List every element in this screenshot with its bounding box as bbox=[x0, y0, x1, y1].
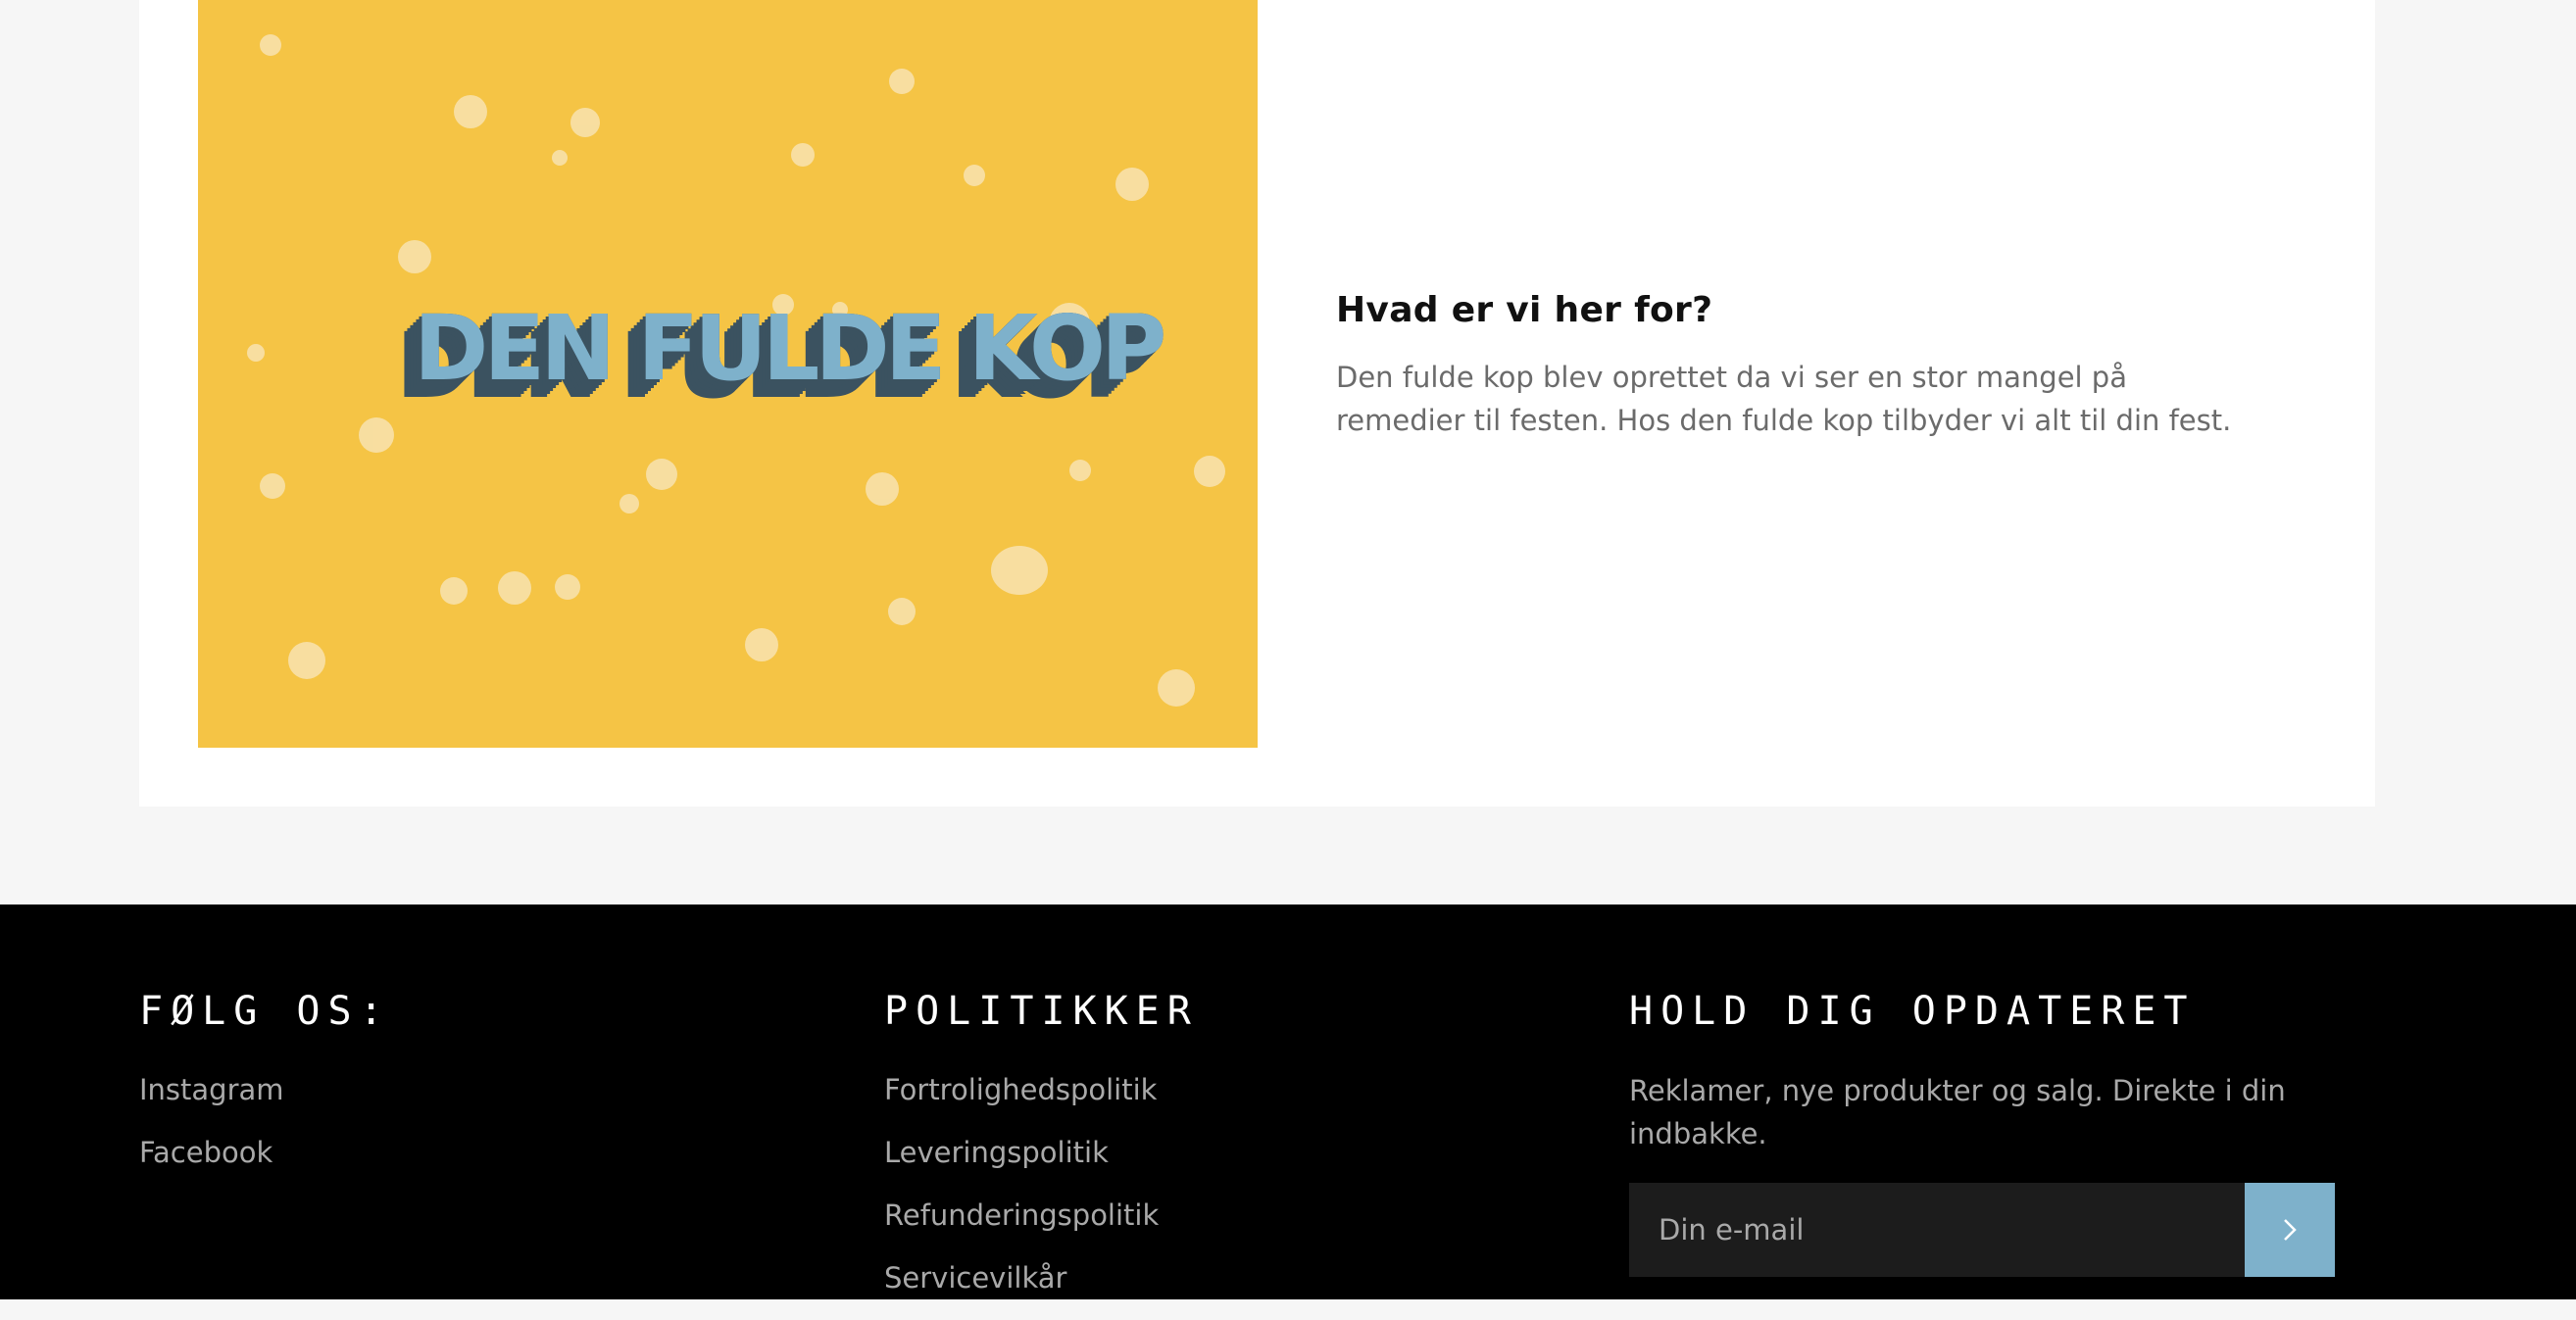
about-card: DEN FULDE KOP DEN FULDE KOP Hvad er vi h… bbox=[139, 0, 2375, 807]
footer-link-privacy-policy[interactable]: Fortrolighedspolitik bbox=[884, 1073, 1157, 1106]
newsletter-signup-form bbox=[1629, 1183, 2335, 1277]
footer-newsletter-title: HOLD DIG OPDATERET bbox=[1629, 989, 2196, 1034]
newsletter-email-input[interactable] bbox=[1629, 1183, 2245, 1277]
intro-body: Den fulde kop blev oprettet da vi ser en… bbox=[1336, 361, 2232, 437]
logo-text: DEN FULDE KOP bbox=[414, 296, 1166, 401]
intro-heading: Hvad er vi her for? bbox=[1336, 290, 1713, 330]
footer-follow-title: FØLG OS: bbox=[139, 989, 391, 1034]
site-footer: FØLG OS: Instagram Facebook POLITIKKER F… bbox=[0, 904, 2576, 1299]
intro-text-block: Hvad er vi her for? Den fulde kop blev o… bbox=[1336, 290, 2257, 442]
footer-link-instagram[interactable]: Instagram bbox=[139, 1073, 284, 1106]
footer-newsletter-column: HOLD DIG OPDATERET Reklamer, nye produkt… bbox=[1629, 989, 2335, 1277]
brand-banner-image: DEN FULDE KOP DEN FULDE KOP bbox=[198, 0, 1258, 748]
footer-newsletter-text: Reklamer, nye produkter og salg. Direkte… bbox=[1629, 1074, 2286, 1150]
footer-policies-title: POLITIKKER bbox=[884, 989, 1199, 1034]
footer-link-refund-policy[interactable]: Refunderingspolitik bbox=[884, 1198, 1159, 1232]
footer-link-shipping-policy[interactable]: Leveringspolitik bbox=[884, 1136, 1109, 1169]
footer-follow-links: Instagram Facebook bbox=[139, 1069, 391, 1173]
footer-policies-links: Fortrolighedspolitik Leveringspolitik Re… bbox=[884, 1069, 1199, 1298]
chevron-right-icon bbox=[2284, 1219, 2297, 1241]
footer-link-facebook[interactable]: Facebook bbox=[139, 1136, 272, 1169]
footer-follow-column: FØLG OS: Instagram Facebook bbox=[139, 989, 391, 1195]
footer-link-terms-of-service[interactable]: Servicevilkår bbox=[884, 1261, 1066, 1295]
brand-logo: DEN FULDE KOP DEN FULDE KOP bbox=[414, 296, 1166, 421]
newsletter-submit-button[interactable] bbox=[2245, 1183, 2335, 1277]
footer-policies-column: POLITIKKER Fortrolighedspolitik Levering… bbox=[884, 989, 1199, 1320]
